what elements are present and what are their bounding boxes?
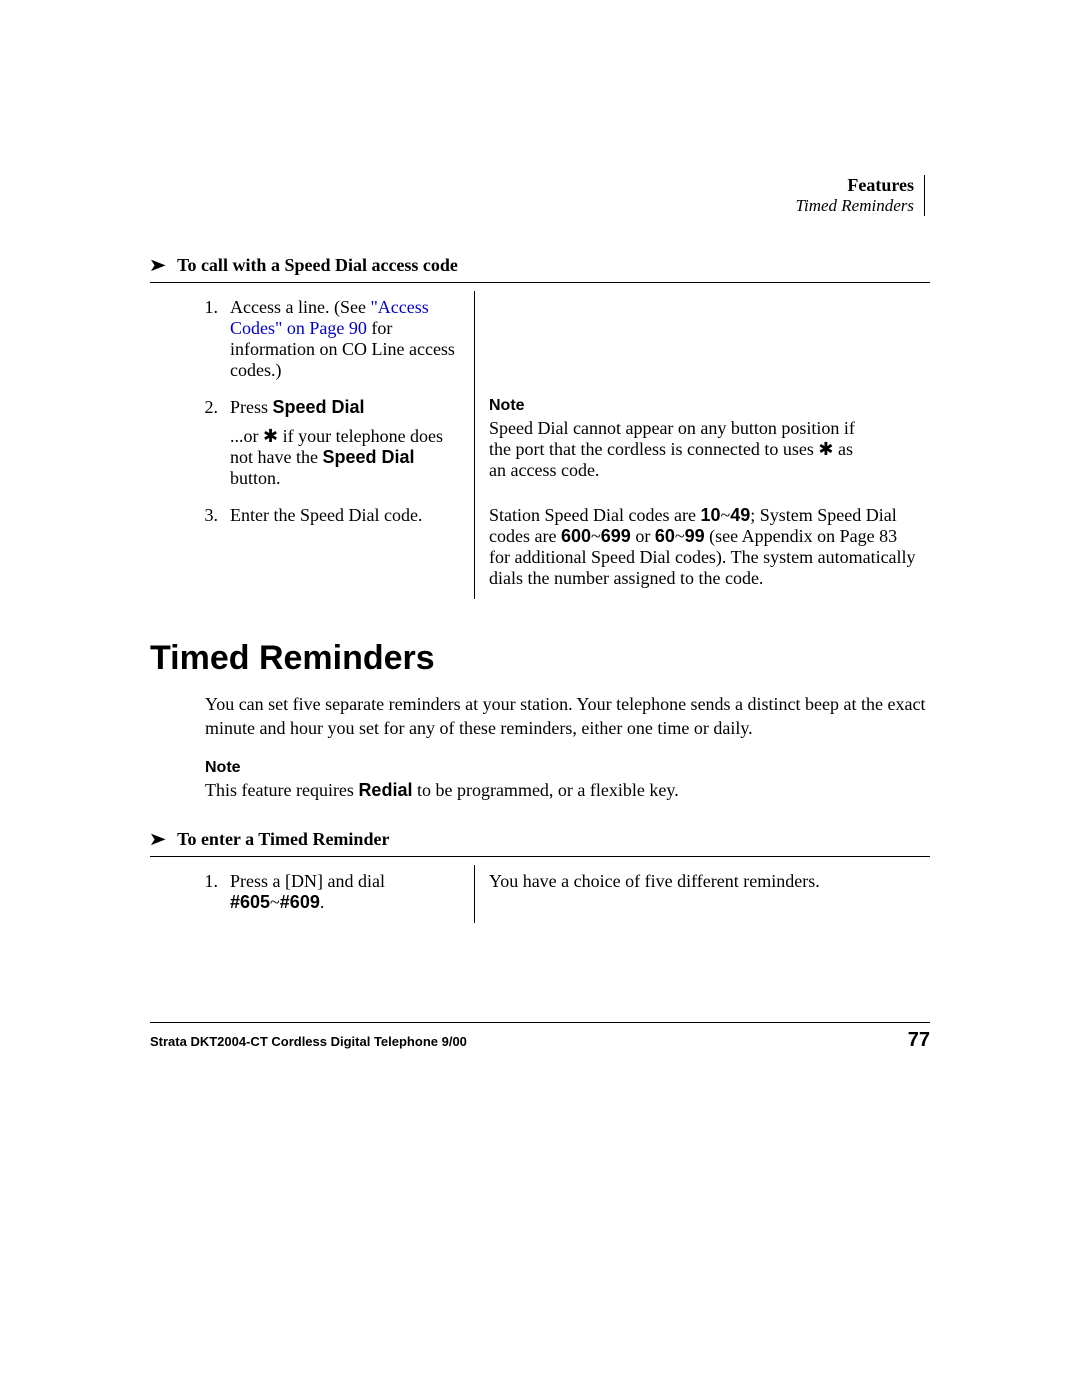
steps-table: 1. Access a line. (See "Access Codes" on…: [150, 291, 930, 599]
page-footer: Strata DKT2004-CT Cordless Digital Telep…: [150, 1022, 930, 1052]
step-row: 2. Press Speed Dial ...or ✱ if your tele…: [150, 391, 930, 499]
code: 10: [700, 505, 720, 525]
step-number: 1.: [150, 865, 222, 923]
note-paragraph: Note This feature requires Redial to be …: [205, 759, 930, 801]
text: button.: [230, 468, 281, 488]
rule: [150, 282, 930, 283]
tilde: ~: [270, 892, 280, 912]
code: #605: [230, 892, 270, 912]
page-number: 77: [908, 1029, 930, 1052]
key-name: Speed Dial: [273, 397, 365, 417]
code: 60: [655, 526, 675, 546]
step-number: 1.: [150, 291, 222, 391]
step-result: Station Speed Dial codes are 10~49; Syst…: [475, 499, 931, 599]
step-number: 3.: [150, 499, 222, 599]
tilde: ~: [675, 526, 685, 546]
code: 49: [730, 505, 750, 525]
step-row: 3. Enter the Speed Dial code. Station Sp…: [150, 499, 930, 599]
arrow-icon: ➤: [148, 829, 166, 850]
text: Press a [DN] and dial: [230, 871, 385, 891]
note-label: Note: [489, 397, 537, 415]
step-action: Press Speed Dial ...or ✱ if your telepho…: [222, 391, 475, 499]
step-action: Press a [DN] and dial #605~#609.: [222, 865, 475, 923]
text: ...or: [230, 426, 263, 446]
arrow-icon: ➤: [148, 255, 166, 276]
step-row: 1. Access a line. (See "Access Codes" on…: [150, 291, 930, 391]
code: 99: [685, 526, 705, 546]
body-paragraph: You can set five separate reminders at y…: [205, 692, 930, 741]
step-result: [475, 291, 931, 391]
rule: [150, 856, 930, 857]
text: Station Speed Dial codes are: [489, 505, 700, 525]
step-action: Enter the Speed Dial code.: [222, 499, 475, 599]
text: Access a line. (See: [230, 297, 366, 317]
key-name: Speed Dial: [322, 447, 414, 467]
step-action: Access a line. (See "Access Codes" on Pa…: [222, 291, 475, 391]
note-label: Note: [205, 759, 265, 777]
running-head: Features Timed Reminders: [795, 175, 925, 216]
step-number: 2.: [150, 391, 222, 499]
star-key-icon: ✱: [263, 426, 278, 446]
footer-rule: [150, 1022, 930, 1023]
header-subsection: Timed Reminders: [795, 196, 914, 216]
step-result: Note Speed Dial cannot appear on any but…: [475, 391, 931, 499]
note-body: This feature requires Redial to be progr…: [205, 780, 866, 801]
steps-table: 1. Press a [DN] and dial #605~#609. You …: [150, 865, 930, 923]
procedure-heading: ➤ To call with a Speed Dial access code: [150, 255, 930, 276]
code: #609: [280, 892, 320, 912]
step-row: 1. Press a [DN] and dial #605~#609. You …: [150, 865, 930, 923]
procedure-heading: ➤ To enter a Timed Reminder: [150, 829, 930, 850]
key-name: Redial: [358, 780, 412, 800]
footer-doc-title: Strata DKT2004-CT Cordless Digital Telep…: [150, 1034, 467, 1049]
text: .: [320, 892, 325, 912]
text: to be programmed, or a flexible key.: [412, 780, 678, 800]
page: Features Timed Reminders ➤ To call with …: [0, 0, 1080, 1397]
text: Press: [230, 397, 273, 417]
text: This feature requires: [205, 780, 358, 800]
text: or: [631, 526, 655, 546]
star-key-icon: ✱: [818, 439, 833, 459]
code: 699: [601, 526, 631, 546]
text: Speed Dial cannot appear on any button p…: [489, 418, 855, 459]
tilde: ~: [591, 526, 601, 546]
footer-row: Strata DKT2004-CT Cordless Digital Telep…: [150, 1029, 930, 1052]
procedure-title: To call with a Speed Dial access code: [177, 255, 458, 276]
step-result: You have a choice of five different remi…: [475, 865, 931, 923]
running-head-box: Features Timed Reminders: [795, 175, 925, 216]
header-section: Features: [795, 175, 914, 196]
section-heading: Timed Reminders: [150, 639, 930, 678]
note-body: Speed Dial cannot appear on any button p…: [489, 418, 870, 481]
code: 600: [561, 526, 591, 546]
tilde: ~: [720, 505, 730, 525]
procedure-title: To enter a Timed Reminder: [177, 829, 389, 850]
